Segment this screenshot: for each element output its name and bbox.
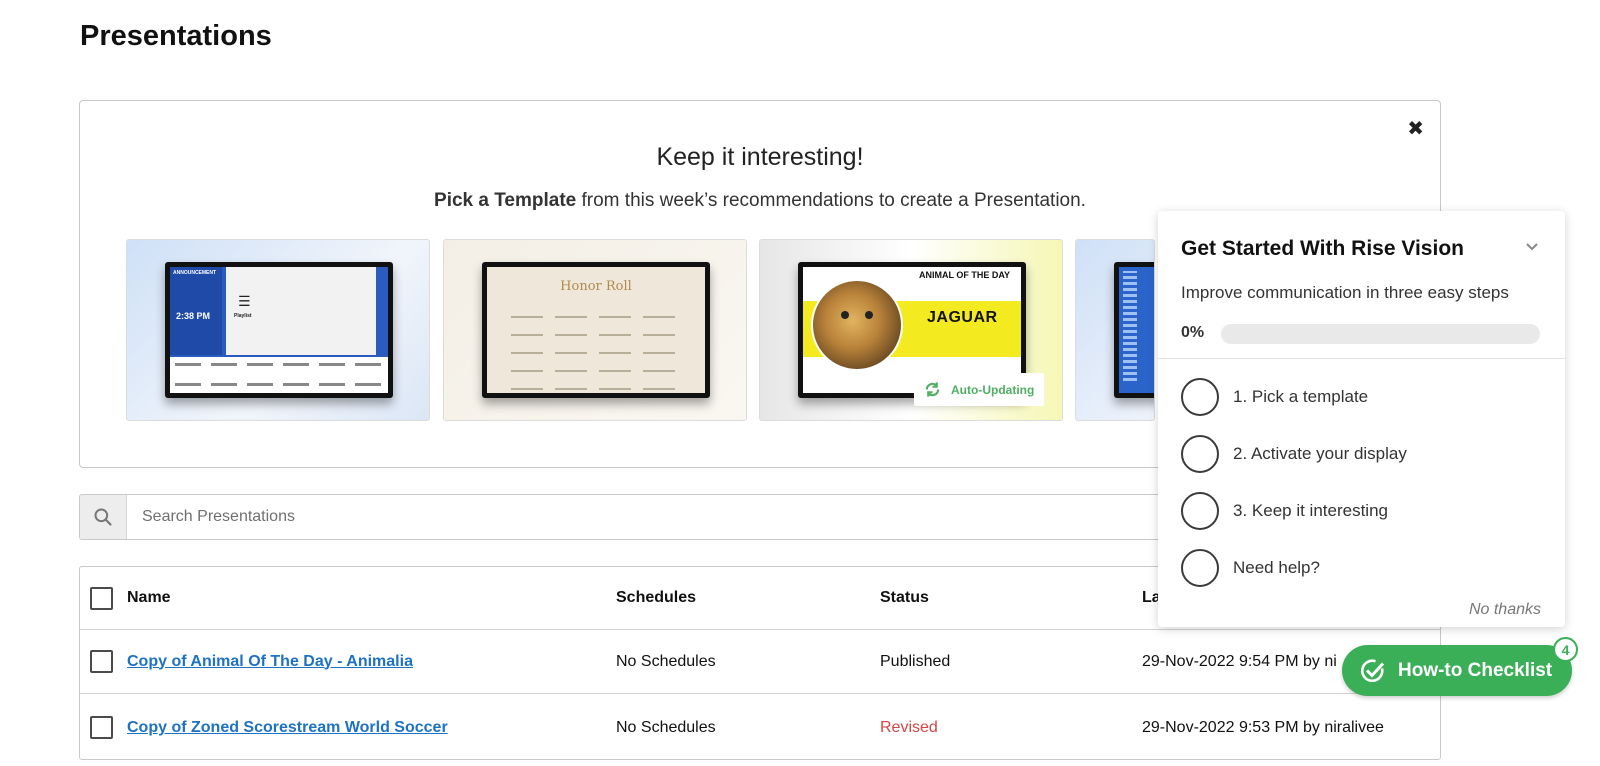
template-card-partial[interactable] <box>1075 239 1155 421</box>
step-need-help[interactable]: Need help? <box>1181 548 1320 588</box>
table-row: Copy of Zoned Scorestream World Soccer N… <box>80 696 1440 759</box>
onboarding-panel: Get Started With Rise Vision Improve com… <box>1158 211 1565 627</box>
refresh-icon <box>925 382 940 397</box>
template-preview <box>1114 262 1154 398</box>
template-preview: Honor Roll <box>482 262 710 398</box>
row-schedules: No Schedules <box>616 719 716 736</box>
row-status: Revised <box>880 719 938 736</box>
step-circle-icon <box>1181 492 1219 530</box>
banner-subtitle-rest: from this week’s recommendations to crea… <box>576 190 1086 211</box>
step-circle-icon <box>1181 378 1219 416</box>
checklist-label: How-to Checklist <box>1398 659 1553 681</box>
table-row: Copy of Animal Of The Day - Animalia No … <box>80 630 1440 694</box>
template-card-announcement[interactable]: ANNOUNCEMENT 2:38 PM ☰ Playlist <box>126 239 430 421</box>
chevron-down-icon[interactable] <box>1525 239 1539 257</box>
list-icon: ☰ <box>238 293 251 309</box>
step-circle-icon <box>1181 435 1219 473</box>
row-status: Published <box>880 652 951 670</box>
banner-subtitle: Pick a Template from this week’s recomme… <box>80 190 1440 212</box>
auto-updating-label: Auto-Updating <box>951 382 1035 397</box>
select-all-checkbox[interactable] <box>90 587 113 610</box>
step-pick-template[interactable]: 1. Pick a template <box>1181 377 1368 417</box>
row-last-modified: 29-Nov-2022 9:54 PM by ni <box>1142 652 1337 670</box>
progress-percent: 0% <box>1181 324 1205 341</box>
column-header-name[interactable]: Name <box>127 567 171 629</box>
row-last-modified: 29-Nov-2022 9:53 PM by niralivee <box>1142 719 1384 736</box>
page-title: Presentations <box>80 20 272 52</box>
auto-updating-badge: Auto-Updating <box>914 373 1044 406</box>
jaguar-image <box>811 279 903 371</box>
column-header-status[interactable]: Status <box>880 567 929 629</box>
template-announcement-text: ANNOUNCEMENT <box>173 270 217 276</box>
banner-heading: Keep it interesting! <box>656 143 864 171</box>
template-playlist-text: Playlist <box>234 313 252 319</box>
step-label: Need help? <box>1233 558 1320 577</box>
template-preview: ANNOUNCEMENT 2:38 PM ☰ Playlist <box>165 262 393 398</box>
row-checkbox[interactable] <box>90 650 113 673</box>
template-honor-roll-title: Honor Roll <box>560 279 632 294</box>
step-keep-interesting[interactable]: 3. Keep it interesting <box>1181 491 1388 531</box>
step-circle-icon <box>1181 549 1219 587</box>
presentation-link[interactable]: Copy of Animal Of The Day - Animalia <box>127 630 413 693</box>
onboarding-subtitle: Improve communication in three easy step… <box>1181 283 1509 302</box>
step-label: 1. Pick a template <box>1233 387 1369 406</box>
check-circle-icon <box>1360 658 1385 682</box>
step-label: 2. Activate your display <box>1233 444 1407 463</box>
template-time-text: 2:38 PM <box>176 311 211 321</box>
column-header-schedules: Schedules <box>616 589 697 606</box>
template-header-text: ANIMAL OF THE DAY <box>919 270 1011 280</box>
step-activate-display[interactable]: 2. Activate your display <box>1181 434 1407 474</box>
no-thanks-link[interactable]: No thanks <box>1469 601 1541 619</box>
close-icon[interactable]: ✖ <box>1407 119 1424 139</box>
divider <box>1158 358 1565 359</box>
template-card-animal-of-the-day[interactable]: ANIMAL OF THE DAY JAGUAR Auto-Updating <box>759 239 1063 421</box>
template-animal-text: JAGUAR <box>927 309 998 326</box>
step-label: 3. Keep it interesting <box>1233 501 1388 520</box>
onboarding-title: Get Started With Rise Vision <box>1181 237 1464 260</box>
banner-subtitle-bold: Pick a Template <box>434 190 577 211</box>
template-card-honor-roll[interactable]: Honor Roll <box>443 239 747 421</box>
row-checkbox[interactable] <box>90 716 113 739</box>
progress-bar <box>1221 324 1540 344</box>
search-icon[interactable] <box>80 495 127 539</box>
row-schedules: No Schedules <box>616 652 716 670</box>
presentation-link[interactable]: Copy of Zoned Scorestream World Soccer <box>127 696 448 759</box>
how-to-checklist-button[interactable]: How-to Checklist <box>1342 645 1572 696</box>
checklist-count-badge: 4 <box>1553 637 1578 662</box>
